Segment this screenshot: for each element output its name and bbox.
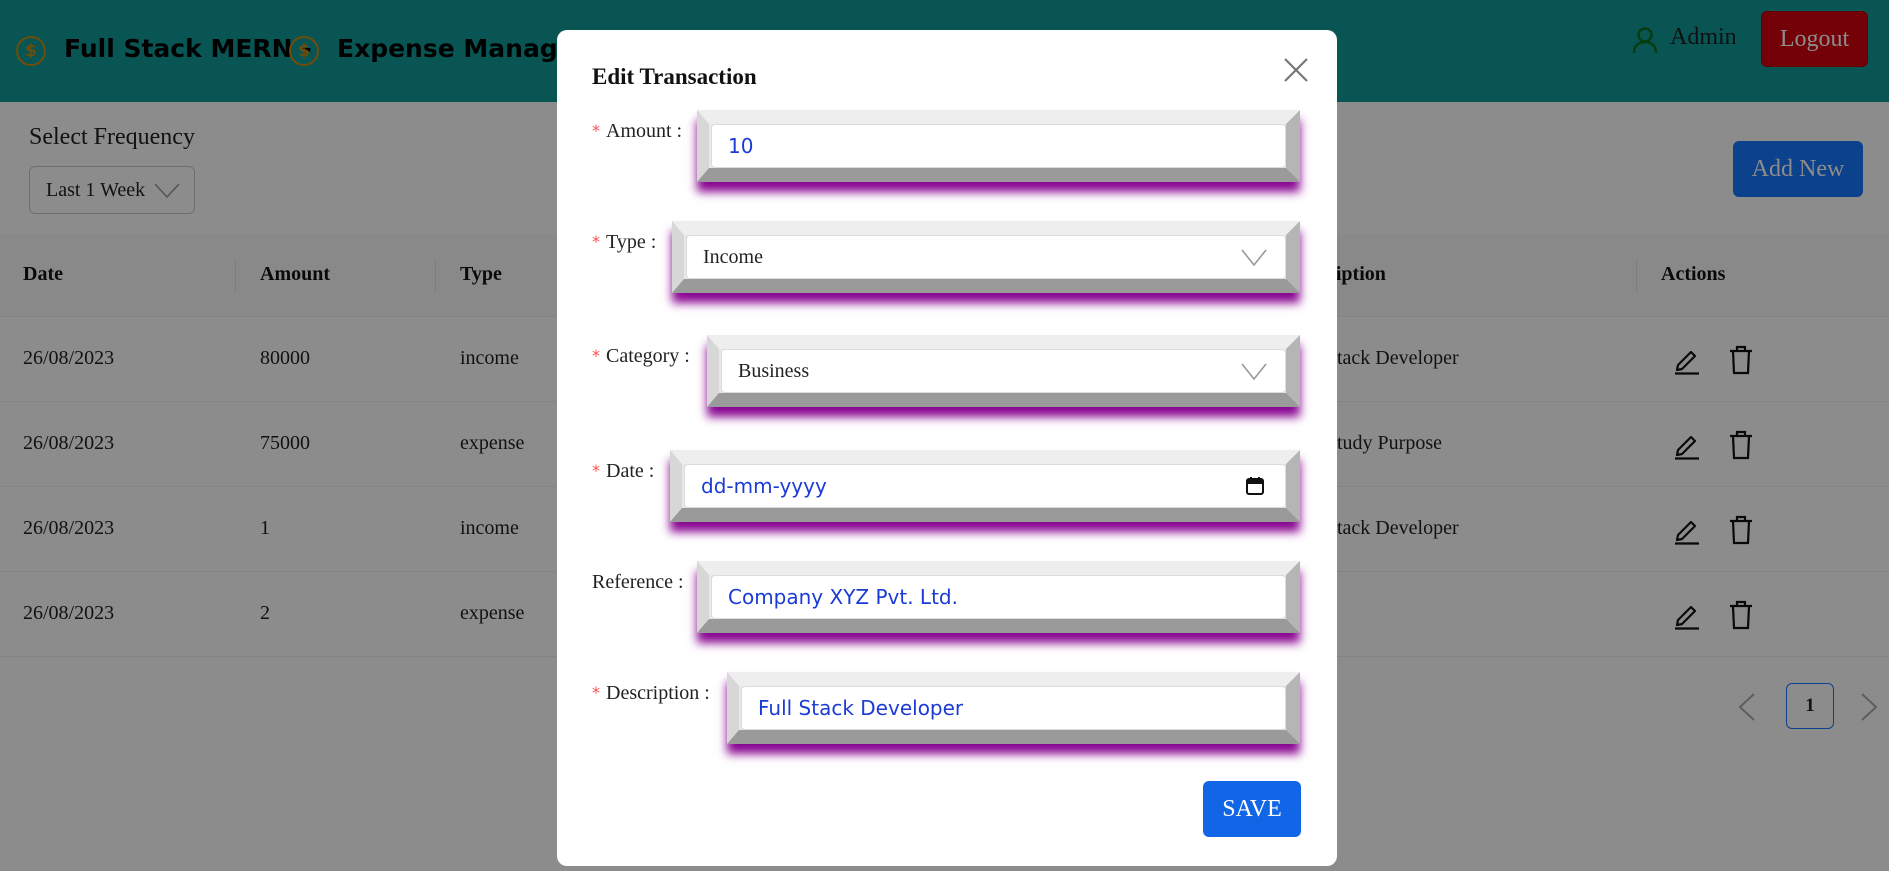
type-select[interactable]: Income <box>686 235 1286 279</box>
category-select[interactable]: Business <box>721 349 1286 393</box>
date-label-text: Date : <box>606 460 655 482</box>
amount-label: * Amount : <box>592 120 682 143</box>
description-label: * Description : <box>592 682 710 705</box>
date-input-placeholder: dd-mm-yyyy <box>701 474 827 498</box>
date-field-frame: dd-mm-yyyy <box>670 450 1300 522</box>
reference-label-text: Reference : <box>592 571 684 593</box>
required-mark: * <box>592 346 600 365</box>
calendar-icon[interactable] <box>1245 476 1265 496</box>
required-mark: * <box>592 232 600 251</box>
required-mark: * <box>592 461 600 480</box>
chevron-down-icon <box>1241 249 1267 267</box>
type-field-frame: Income <box>672 221 1300 293</box>
amount-input[interactable]: 10 <box>711 124 1286 168</box>
amount-label-text: Amount : <box>606 120 683 142</box>
edit-transaction-modal: Edit Transaction * Amount : 10 * Type : In… <box>557 30 1337 866</box>
reference-input[interactable]: Company XYZ Pvt. Ltd. <box>711 575 1286 619</box>
save-button[interactable]: SAVE <box>1203 781 1301 837</box>
date-label: * Date : <box>592 460 654 483</box>
description-input[interactable]: Full Stack Developer <box>741 686 1286 730</box>
description-label-text: Description : <box>606 682 710 704</box>
type-select-value: Income <box>703 245 763 268</box>
category-label: * Category : <box>592 345 690 368</box>
category-select-value: Business <box>738 359 810 382</box>
chevron-down-icon <box>1241 363 1267 381</box>
required-mark: * <box>592 121 600 140</box>
modal-title: Edit Transaction <box>592 64 757 89</box>
description-field-frame: Full Stack Developer <box>727 672 1300 744</box>
category-label-text: Category : <box>606 345 690 367</box>
type-label-text: Type : <box>606 231 657 253</box>
amount-field-frame: 10 <box>697 110 1300 182</box>
reference-label: Reference : <box>592 571 684 594</box>
required-mark: * <box>592 683 600 702</box>
close-icon[interactable] <box>1283 57 1309 83</box>
category-field-frame: Business <box>707 335 1300 407</box>
type-label: * Type : <box>592 231 656 254</box>
date-input[interactable]: dd-mm-yyyy <box>684 464 1286 508</box>
reference-field-frame: Company XYZ Pvt. Ltd. <box>697 561 1300 633</box>
